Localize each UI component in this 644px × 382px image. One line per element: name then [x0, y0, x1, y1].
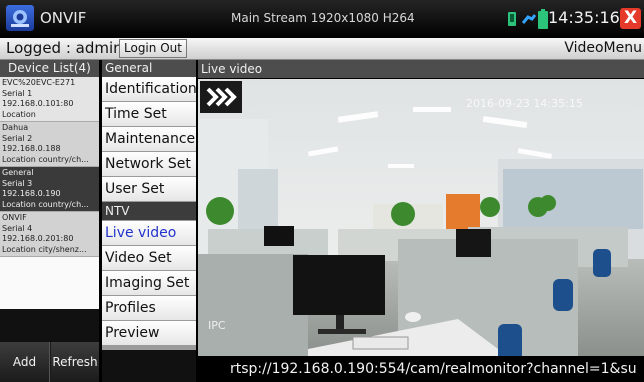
device-location: Location city/shenz...: [2, 244, 87, 254]
device-ip: 192.168.0.190: [2, 189, 61, 198]
device-list-buttons: Add Refresh: [0, 342, 99, 382]
device-item[interactable]: Dahua Serial 2 192.168.0.188 Location co…: [0, 122, 99, 167]
stream-info: Main Stream 1920x1080 H264: [231, 11, 415, 25]
device-name: General: [2, 168, 34, 177]
menu-item-video-set[interactable]: Video Set: [102, 246, 196, 270]
menu-item-user-set[interactable]: User Set: [102, 177, 196, 201]
device-location: Location country/ch...: [2, 199, 89, 209]
device-item[interactable]: EVC%20EVC-E271 Serial 1 192.168.0.101:80…: [0, 77, 99, 122]
device-name: EVC%20EVC-E271: [2, 78, 76, 87]
menu-item-maintenance[interactable]: Maintenance: [102, 127, 196, 151]
menu-item-profiles[interactable]: Profiles: [102, 296, 196, 320]
rtsp-url: rtsp://192.168.0.190:554/cam/realmonitor…: [198, 356, 644, 382]
device-list-header: Device List(4): [0, 60, 99, 77]
menu-item-identification[interactable]: Identification: [102, 77, 197, 101]
video-menu-button[interactable]: VideoMenu: [564, 40, 642, 56]
menu-filler: [102, 350, 196, 382]
menu-item-time-set[interactable]: Time Set: [102, 102, 196, 126]
app-name: ONVIF: [40, 9, 87, 27]
device-serial: Serial 1: [2, 88, 33, 98]
settings-menu: General Identification Time Set Maintena…: [102, 60, 197, 382]
menu-item-imaging-set[interactable]: Imaging Set: [102, 271, 196, 295]
device-ip: 192.168.0.201:80: [2, 234, 74, 243]
device-location: Location country/ch...: [2, 154, 89, 164]
device-location: Location: [2, 109, 36, 119]
device-ip: 192.168.0.101:80: [2, 99, 74, 108]
status-row: Logged : admin Login Out VideoMenu: [0, 38, 644, 60]
onvif-logo-icon: [6, 5, 34, 31]
logged-in-user: Logged : admin: [6, 39, 123, 57]
live-video-view[interactable]: 2016-09-23 14:35:15 IPC: [198, 79, 644, 382]
forward-arrows-icon[interactable]: [200, 81, 242, 113]
refresh-button[interactable]: Refresh: [51, 342, 99, 382]
battery-icon: [538, 9, 548, 33]
close-icon[interactable]: X: [620, 8, 641, 29]
device-name: Dahua: [2, 123, 29, 132]
title-bar: ONVIF Main Stream 1920x1080 H264 14:35:1…: [0, 0, 644, 38]
add-button[interactable]: Add: [0, 342, 50, 382]
osd-timestamp: 2016-09-23 14:35:15: [466, 97, 583, 110]
osd-label: IPC: [208, 319, 226, 332]
device-serial: Serial 4: [2, 223, 33, 233]
menu-item-network-set[interactable]: Network Set: [102, 152, 196, 176]
device-ip: 192.168.0.188: [2, 144, 61, 153]
login-out-button[interactable]: Login Out: [119, 39, 187, 58]
device-list-empty-area: [0, 257, 99, 309]
clock: 14:35:16: [548, 8, 620, 27]
general-header: General: [102, 60, 196, 77]
device-serial: Serial 3: [2, 178, 33, 188]
device-list-panel: Device List(4) EVC%20EVC-E271 Serial 1 1…: [0, 60, 99, 382]
device-serial: Serial 2: [2, 133, 33, 143]
office-camera-feed: 2016-09-23 14:35:15 IPC: [198, 79, 644, 382]
video-header: Live video: [198, 60, 644, 78]
menu-item-live-video[interactable]: Live video: [102, 221, 196, 245]
usb-icon: [521, 12, 537, 31]
ntv-header: NTV: [102, 202, 196, 220]
menu-item-preview[interactable]: Preview: [102, 321, 196, 345]
device-item-selected[interactable]: General Serial 3 192.168.0.190 Location …: [0, 167, 99, 212]
device-item[interactable]: ONVIF Serial 4 192.168.0.201:80 Location…: [0, 212, 99, 257]
wifi-icon: [505, 10, 519, 32]
device-name: ONVIF: [2, 213, 27, 222]
